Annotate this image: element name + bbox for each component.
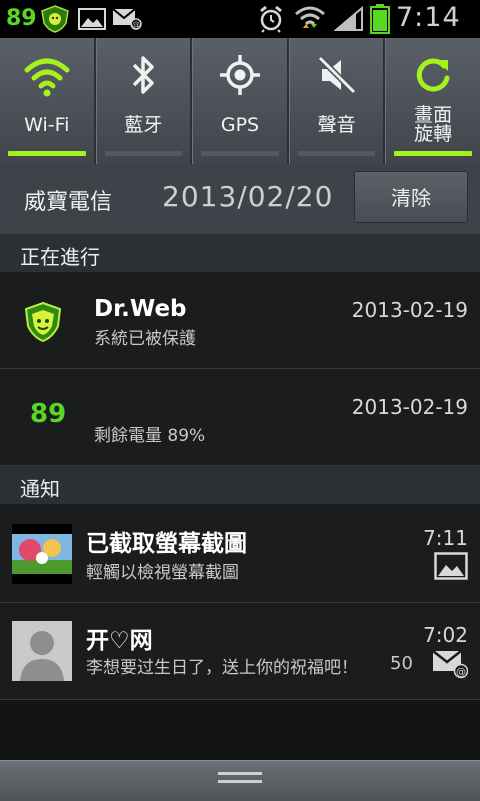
screen-rotation-toggle[interactable]: 畫面 旋轉 [385,38,480,164]
carrier-row: 威寶電信 2013/02/20 清除 [0,164,480,234]
notifications-section-header: 通知 [0,466,480,504]
rotate-icon [417,58,450,92]
drag-handle-icon[interactable] [218,772,262,788]
gps-toggle[interactable]: GPS [192,38,289,164]
sound-indicator [297,151,376,156]
screenshot-text: 輕觸以檢視螢幕截圖 [86,563,239,583]
kaixin-count: 50 [390,653,413,674]
battery-level-text: 89 [6,6,37,31]
kaixin-title: 开♡网 [86,628,153,654]
wifi-indicator [8,151,86,156]
notifications-header-label: 通知 [20,477,60,501]
alarm-icon [260,5,282,33]
screenshot-notification[interactable]: 已截取螢幕截圖 輕觸以檢視螢幕截圖 7:11 [0,504,480,603]
rotation-indicator [394,151,472,156]
battery-time: 2013-02-19 [351,395,468,419]
image-icon [434,552,468,580]
screenshot-time: 7:11 [423,526,468,550]
gps-indicator [201,151,279,156]
bluetooth-icon [133,56,155,94]
quick-settings-panel: Wi-Fi 藍牙 GPS 聲音 畫面 旋轉 [0,38,480,164]
date-text: 2013/02/20 [162,180,334,213]
battery-icon [370,4,390,34]
bluetooth-toggle[interactable]: 藍牙 [95,38,193,164]
gps-icon [219,55,260,95]
carrier-name: 威寶電信 [24,190,113,215]
image-icon [78,8,106,30]
sound-toggle[interactable]: 聲音 [288,38,386,164]
drweb-shield-icon [24,302,62,342]
mail-icon: @ [432,650,468,679]
status-clock: 7:14 [396,2,461,33]
drweb-text: 系統已被保護 [94,329,196,349]
drweb-time: 2013-02-19 [351,298,468,322]
signal-icon [334,6,363,31]
bluetooth-label: 藍牙 [124,114,163,136]
svg-text:@: @ [456,667,466,678]
wifi-label: Wi-Fi [24,114,70,136]
sound-label: 聲音 [317,114,356,136]
empty-area [0,700,480,760]
battery-notification[interactable]: 89 剩餘電量 89% 2013-02-19 [0,369,480,466]
status-bar: 89 @ 7:14 [0,0,480,38]
avatar [12,621,72,681]
rotation-label-line2: 旋轉 [414,123,453,145]
drweb-title: Dr.Web [94,296,187,322]
battery-badge-icon: 89 [30,399,67,429]
svg-text:@: @ [132,20,140,29]
ongoing-section-header: 正在進行 [0,234,480,272]
wifi-toggle[interactable]: Wi-Fi [0,38,96,164]
mail-icon: @ [112,8,142,30]
battery-text: 剩餘電量 89% [94,426,206,446]
wifi-icon [295,6,325,28]
kaixin-text: 李想要过生日了，送上你的祝福吧！ [86,658,358,678]
drweb-icon [41,5,69,33]
wifi-icon [24,58,70,97]
gps-label: GPS [220,114,260,136]
screenshot-title: 已截取螢幕截圖 [86,531,247,557]
screenshot-thumbnail [12,524,72,584]
kaixin-time: 7:02 [423,623,468,647]
kaixin-notification[interactable]: 开♡网 李想要过生日了，送上你的祝福吧！ 50 7:02 @ [0,603,480,700]
sound-muted-icon [317,55,356,95]
rotation-label: 畫面 旋轉 [386,106,480,144]
ongoing-header-label: 正在進行 [20,245,100,269]
clear-button[interactable]: 清除 [354,171,468,223]
drweb-notification[interactable]: Dr.Web 系統已被保護 2013-02-19 [0,272,480,369]
bluetooth-indicator [104,151,183,156]
